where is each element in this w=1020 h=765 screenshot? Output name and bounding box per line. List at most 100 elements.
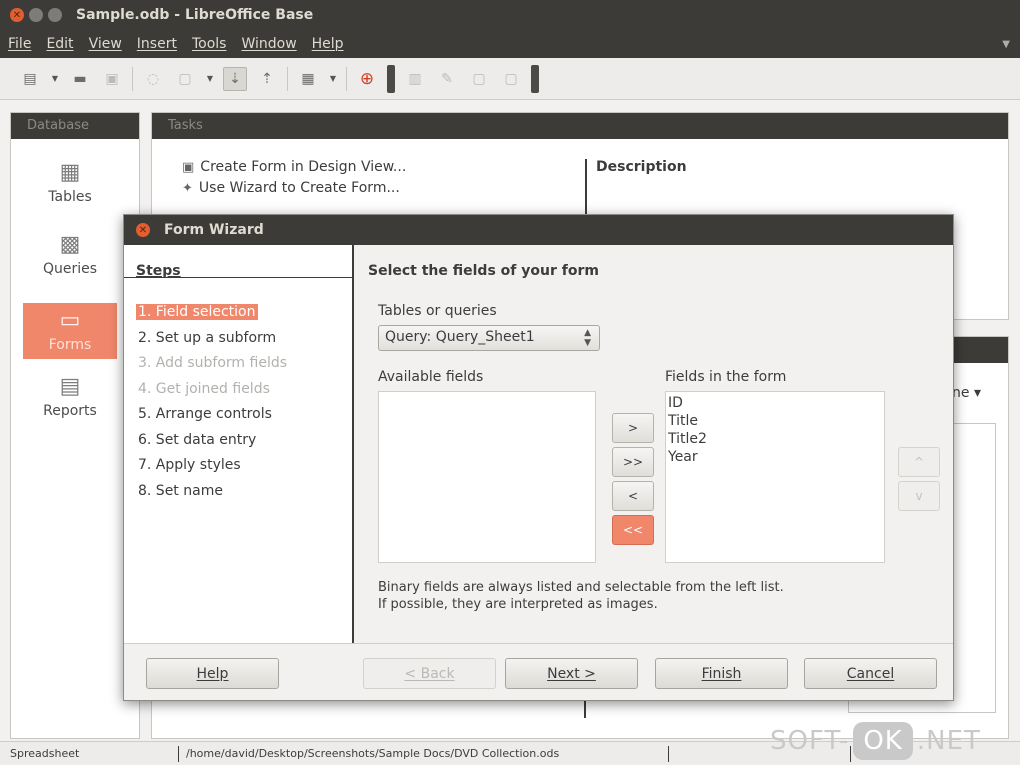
toolbar-separator — [287, 66, 288, 91]
note-line: If possible, they are interpreted as ima… — [378, 597, 658, 612]
list-item[interactable]: Year — [666, 448, 884, 466]
database-item-label: Reports — [43, 403, 97, 419]
step-field-selection[interactable]: 1. Field selection — [136, 304, 258, 320]
menu-view[interactable]: View — [89, 36, 122, 52]
paste-dropdown-chevron-icon[interactable]: ▼ — [205, 67, 215, 91]
title-bar: ✕ Sample.odb - LibreOffice Base — [0, 0, 1020, 30]
toolbar-grip[interactable] — [387, 64, 395, 93]
remove-field-button[interactable]: < — [612, 481, 654, 511]
step-set-up-subform[interactable]: 2. Set up a subform — [136, 330, 278, 346]
watermark-part: SOFT- — [770, 726, 850, 756]
cancel-button[interactable]: Cancel — [804, 658, 937, 689]
forms-icon: ▭ — [59, 308, 81, 333]
tables-icon: ▦ — [59, 160, 81, 185]
new-dropdown-chevron-icon[interactable]: ▼ — [50, 67, 60, 91]
menu-file[interactable]: File — [8, 36, 31, 52]
paste-icon[interactable]: ▢ — [173, 67, 197, 91]
database-item-tables[interactable]: ▦ Tables — [23, 155, 117, 211]
tables-or-queries-select[interactable]: Query: Query_Sheet1 ▲ ▼ — [378, 325, 600, 351]
menu-chevron-down-icon[interactable]: ▼ — [1002, 39, 1010, 50]
database-pane-header: Database — [11, 113, 139, 139]
queries-icon: ▩ — [59, 232, 81, 257]
edit-icon[interactable]: ✎ — [435, 67, 459, 91]
back-button[interactable]: < Back — [363, 658, 496, 689]
menu-tools[interactable]: Tools — [192, 36, 227, 52]
form-design-icon: ▣ — [182, 159, 195, 175]
save-icon[interactable]: ▣ — [100, 67, 124, 91]
toolbar-separator — [346, 66, 347, 91]
watermark: SOFT- OK .NET — [770, 722, 981, 760]
open-folder-icon[interactable]: ▬ — [68, 67, 92, 91]
note-line: Binary fields are always listed and sele… — [378, 580, 784, 595]
description-label: Description — [596, 159, 687, 175]
task-use-wizard[interactable]: ✦ Use Wizard to Create Form... — [182, 180, 400, 196]
forms-view-selector-label: ne — [952, 385, 970, 401]
menu-bar: File Edit View Insert Tools Window Help … — [0, 30, 1020, 58]
available-fields-label: Available fields — [378, 369, 484, 385]
window-maximize-button[interactable] — [48, 8, 62, 22]
available-fields-list[interactable] — [378, 391, 596, 563]
list-item[interactable]: Title — [666, 412, 884, 430]
next-button[interactable]: Next > — [505, 658, 638, 689]
database-item-forms[interactable]: ▭ Forms — [23, 303, 117, 359]
sort-ascending-icon[interactable]: ⇣ — [223, 66, 247, 91]
forms-view-selector[interactable]: ne ▾ — [952, 385, 981, 401]
delete-icon[interactable]: ▢ — [467, 67, 491, 91]
move-down-button[interactable]: v — [898, 481, 940, 511]
menu-help[interactable]: Help — [312, 36, 344, 52]
task-label: Create Form in Design View... — [200, 159, 407, 175]
reports-icon: ▤ — [59, 374, 81, 399]
database-item-label: Forms — [48, 337, 92, 353]
list-item[interactable]: ID — [666, 394, 884, 412]
form-icon[interactable]: ▦ — [296, 67, 320, 91]
window-minimize-button[interactable] — [29, 8, 43, 22]
menu-edit[interactable]: Edit — [46, 36, 73, 52]
menu-insert[interactable]: Insert — [137, 36, 177, 52]
step-set-name[interactable]: 8. Set name — [136, 483, 225, 499]
status-path: /home/david/Desktop/Screenshots/Sample D… — [186, 747, 560, 760]
database-item-queries[interactable]: ▩ Queries — [23, 227, 117, 283]
database-item-label: Queries — [42, 261, 98, 277]
wizard-heading: Select the fields of your form — [368, 263, 599, 279]
sort-descending-icon[interactable]: ⇡ — [255, 67, 279, 91]
step-arrange-controls[interactable]: 5. Arrange controls — [136, 406, 274, 422]
add-all-fields-button[interactable]: >> — [612, 447, 654, 477]
printer-icon[interactable]: ▥ — [403, 67, 427, 91]
watermark-badge: OK — [853, 722, 913, 760]
new-document-icon[interactable]: ▤ — [18, 67, 42, 91]
watermark-part: .NET — [916, 726, 981, 756]
undo-icon[interactable]: ◌ — [141, 67, 165, 91]
steps-panel: Steps 1. Field selection 2. Set up a sub… — [124, 245, 354, 643]
finish-button[interactable]: Finish — [655, 658, 788, 689]
steps-divider — [124, 277, 352, 278]
list-item[interactable]: Title2 — [666, 430, 884, 448]
step-get-joined-fields: 4. Get joined fields — [138, 381, 270, 397]
spin-arrows-icon: ▲ ▼ — [584, 328, 591, 348]
wizard-content: Select the fields of your form Tables or… — [356, 245, 953, 643]
window-close-button[interactable]: ✕ — [10, 8, 24, 22]
database-pane: Database ▦ Tables ▩ Queries ▭ Forms ▤ Re… — [10, 112, 140, 739]
help-icon[interactable]: ⊕ — [355, 67, 379, 91]
status-separator — [668, 746, 669, 762]
toolbar: ▤ ▼ ▬ ▣ ◌ ▢ ▼ ⇣ ⇡ ▦ ▼ ⊕ ▥ ✎ ▢ ▢ — [0, 58, 1020, 100]
move-up-button[interactable]: ^ — [898, 447, 940, 477]
rename-icon[interactable]: ▢ — [499, 67, 523, 91]
help-button[interactable]: Help — [146, 658, 279, 689]
form-dropdown-chevron-icon[interactable]: ▼ — [328, 67, 338, 91]
add-field-button[interactable]: > — [612, 413, 654, 443]
database-item-reports[interactable]: ▤ Reports — [23, 369, 117, 425]
status-separator — [178, 746, 179, 762]
toolbar-separator — [132, 66, 133, 91]
menu-window[interactable]: Window — [241, 36, 296, 52]
fields-in-form-list[interactable]: ID Title Title2 Year — [665, 391, 885, 563]
fields-in-form-label: Fields in the form — [665, 369, 787, 385]
task-create-form-design-view[interactable]: ▣ Create Form in Design View... — [182, 159, 406, 175]
remove-all-fields-button[interactable]: << — [612, 515, 654, 545]
tasks-pane-header: Tasks — [152, 113, 1008, 139]
window-title: Sample.odb - LibreOffice Base — [76, 7, 314, 23]
toolbar-grip[interactable] — [531, 64, 539, 93]
database-item-label: Tables — [48, 189, 92, 205]
step-set-data-entry[interactable]: 6. Set data entry — [136, 432, 258, 448]
step-apply-styles[interactable]: 7. Apply styles — [136, 457, 243, 473]
dialog-close-button[interactable]: ✕ — [136, 223, 150, 237]
